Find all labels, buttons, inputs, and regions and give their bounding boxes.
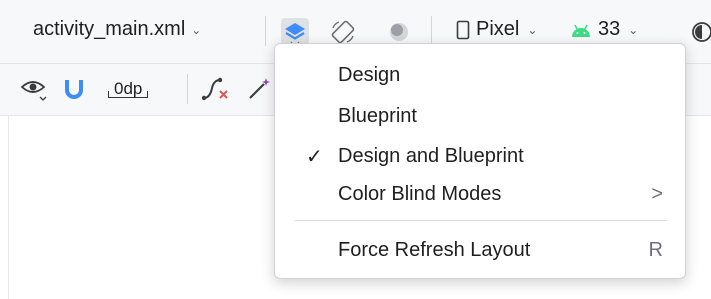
clear-constraints-icon bbox=[201, 77, 228, 101]
file-name-label: activity_main.xml bbox=[33, 18, 186, 40]
toolbar-divider bbox=[187, 74, 188, 104]
design-surface-menu: Design Blueprint ✓ Design and Blueprint … bbox=[274, 43, 686, 279]
menu-item-design[interactable]: Design bbox=[275, 56, 685, 94]
default-margin-dropdown[interactable]: 0dp bbox=[108, 74, 149, 104]
view-options-button[interactable] bbox=[20, 74, 48, 104]
toolbar-divider bbox=[431, 16, 432, 46]
menu-separator bbox=[295, 220, 667, 221]
theme-mode-icon bbox=[390, 23, 408, 41]
orientation-button[interactable] bbox=[329, 18, 357, 46]
menu-item-force-refresh-layout[interactable]: Force Refresh Layout R bbox=[275, 231, 685, 269]
device-dropdown[interactable]: Pixel ⌄ bbox=[456, 18, 537, 41]
layout-editor: activity_main.xml ⌄ Pixel ⌄ 33 ⌄ 0dp Des… bbox=[0, 0, 711, 299]
infer-constraints-button[interactable] bbox=[246, 74, 272, 104]
menu-item-label: Design and Blueprint bbox=[338, 144, 524, 167]
phone-icon bbox=[456, 20, 470, 39]
submenu-arrow-icon: > bbox=[651, 182, 663, 205]
api-level-label: 33 bbox=[598, 18, 621, 40]
menu-item-color-blind-modes[interactable]: Color Blind Modes > bbox=[275, 175, 685, 213]
default-margin-value: 0dp bbox=[108, 79, 149, 99]
design-surface-button[interactable] bbox=[281, 18, 309, 47]
rotate-device-icon bbox=[331, 20, 355, 44]
autoconnect-toggle[interactable] bbox=[63, 74, 85, 104]
menu-item-label: Blueprint bbox=[338, 104, 417, 127]
toolbar-divider bbox=[265, 16, 266, 46]
clear-constraints-button[interactable] bbox=[200, 74, 230, 104]
eye-icon bbox=[20, 81, 47, 101]
android-icon bbox=[572, 24, 590, 37]
theme-icon bbox=[692, 22, 711, 42]
file-dropdown[interactable]: activity_main.xml ⌄ bbox=[33, 18, 201, 41]
shortcut-label: R bbox=[648, 238, 663, 261]
night-mode-button[interactable] bbox=[385, 18, 413, 46]
chevron-down-icon: ⌄ bbox=[628, 22, 639, 37]
magnet-icon bbox=[65, 80, 83, 99]
menu-item-blueprint[interactable]: Blueprint bbox=[275, 97, 685, 135]
menu-item-label: Design bbox=[338, 63, 401, 86]
menu-item-label: Force Refresh Layout bbox=[338, 238, 531, 261]
menu-item-design-and-blueprint[interactable]: ✓ Design and Blueprint bbox=[275, 137, 685, 175]
menu-item-label: Color Blind Modes bbox=[338, 182, 502, 205]
canvas-border bbox=[8, 116, 9, 299]
checkmark-icon: ✓ bbox=[306, 145, 323, 168]
chevron-down-icon: ⌄ bbox=[191, 22, 202, 37]
chevron-down-icon: ⌄ bbox=[527, 22, 538, 37]
magic-wand-icon bbox=[249, 78, 270, 99]
theme-button[interactable] bbox=[688, 18, 711, 46]
device-label: Pixel bbox=[476, 18, 520, 40]
api-level-dropdown[interactable]: 33 ⌄ bbox=[570, 18, 638, 41]
